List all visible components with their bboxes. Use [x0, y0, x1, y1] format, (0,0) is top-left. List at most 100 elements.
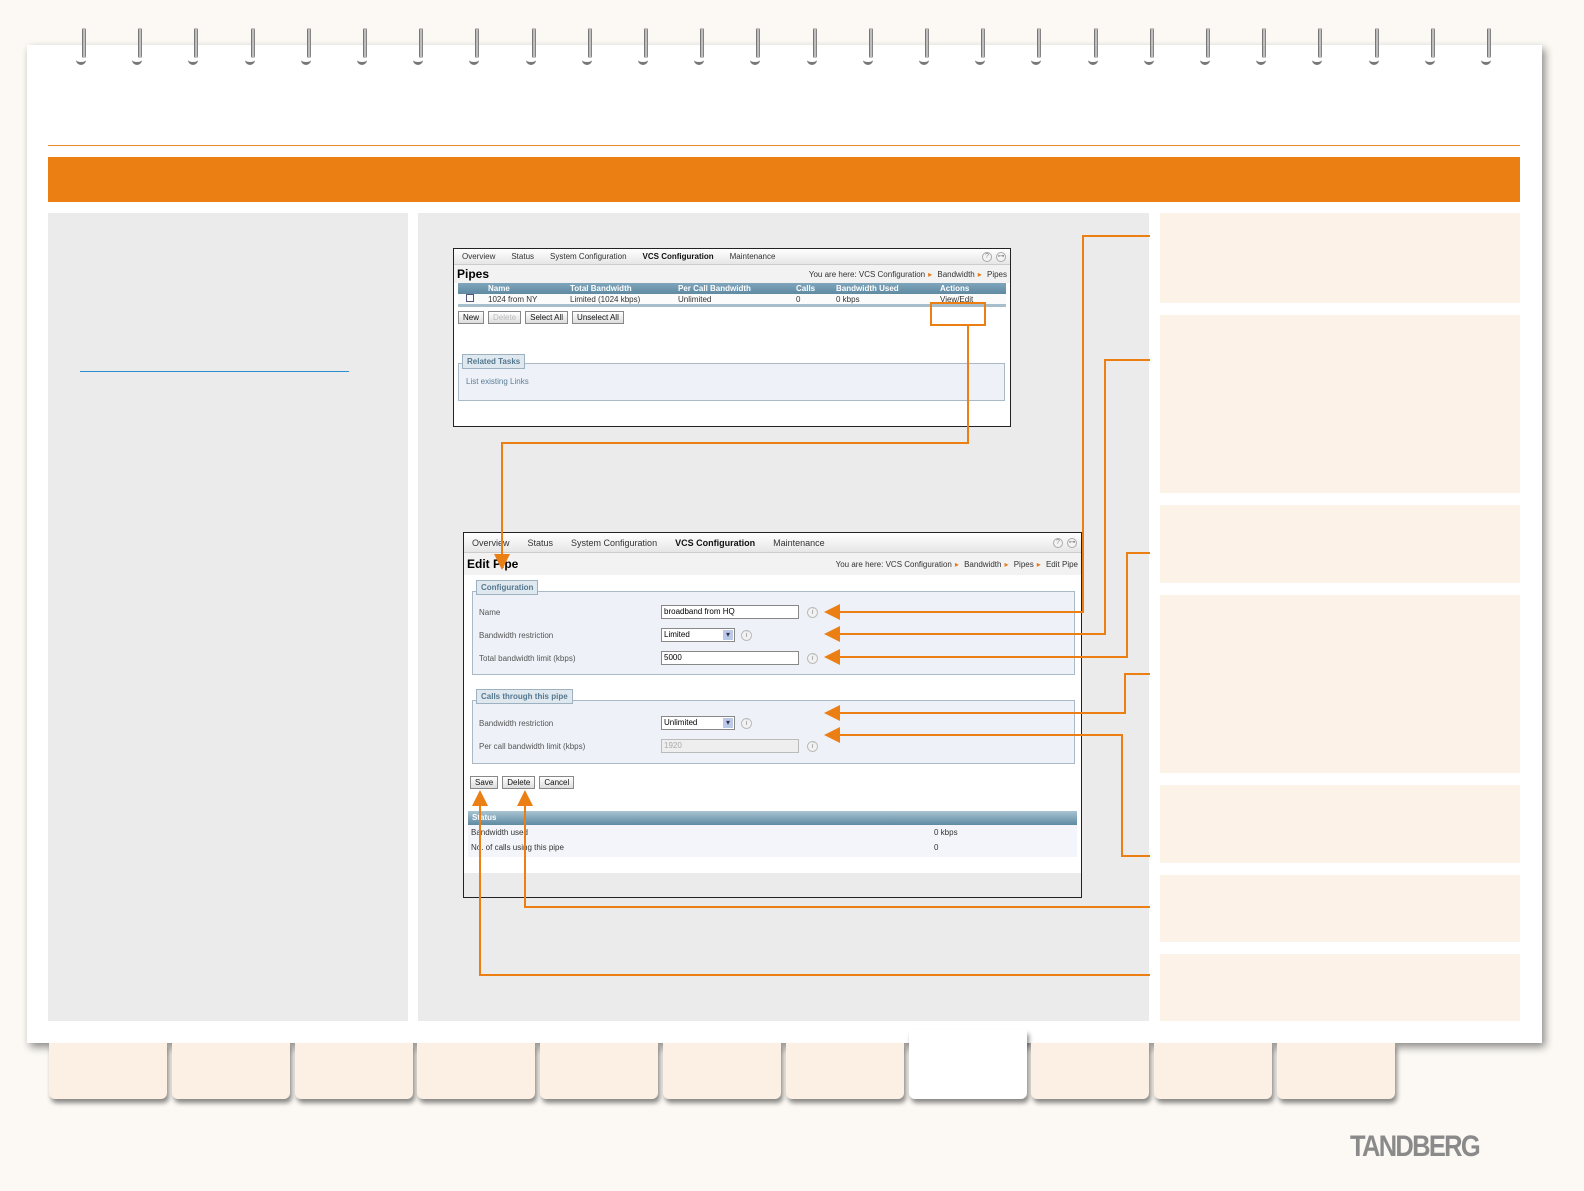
nav-vcs-configuration[interactable]: VCS Configuration — [643, 252, 714, 261]
row-checkbox[interactable] — [466, 294, 474, 302]
binding-ring — [1200, 28, 1212, 65]
nav-status[interactable]: Status — [528, 538, 554, 548]
binding-ring — [132, 28, 144, 65]
tandberg-logo: TANDBERG — [1350, 1130, 1481, 1163]
info-icon[interactable]: i — [741, 717, 752, 729]
edit-pipe-window: Overview Status System Configuration VCS… — [463, 532, 1082, 898]
section-tab[interactable] — [49, 1043, 167, 1099]
related-tasks-legend: Related Tasks — [462, 354, 526, 369]
binding-ring — [694, 28, 706, 65]
status-table: Bandwidth used 0 kbps No. of calls using… — [468, 825, 1077, 857]
save-button[interactable]: Save — [470, 776, 499, 789]
delete-button[interactable]: Delete — [488, 311, 522, 324]
top-nav: Overview Status System Configuration VCS… — [454, 249, 1010, 265]
binding-ring — [357, 28, 369, 65]
binding-ring — [413, 28, 425, 65]
nav-system-configuration[interactable]: System Configuration — [550, 252, 626, 261]
bandwidth-restriction-select[interactable]: Limited — [661, 628, 735, 642]
list-links-link[interactable]: List existing Links — [466, 377, 529, 386]
binding-ring — [919, 28, 931, 65]
left-panel — [48, 213, 408, 1021]
col-bandwidth-used[interactable]: Bandwidth Used — [836, 284, 940, 293]
logout-icon[interactable]: ⊶ — [1067, 537, 1077, 548]
breadcrumb-item: Pipes — [986, 269, 1007, 279]
cell-calls: 0 — [796, 294, 801, 304]
breadcrumb: You are here: VCS Configuration ▸ Bandwid… — [808, 269, 1007, 279]
total-bandwidth-input[interactable]: 5000 — [661, 651, 799, 665]
col-name[interactable]: Name — [488, 284, 570, 293]
breadcrumb-item[interactable]: Bandwidth — [964, 560, 1001, 569]
section-tab[interactable] — [171, 1043, 290, 1099]
status-value: 0 — [934, 843, 939, 852]
section-tab[interactable] — [540, 1043, 659, 1099]
cancel-button[interactable]: Cancel — [539, 776, 575, 789]
cell-total: Limited (1024 kbps) — [570, 294, 641, 304]
binding-ring — [862, 28, 875, 65]
help-icon[interactable]: ? — [1053, 537, 1063, 548]
divider — [48, 145, 1520, 146]
status-label: No. of calls using this pipe — [471, 843, 564, 852]
call-restriction-label: Bandwidth restriction — [479, 718, 554, 728]
section-tab[interactable] — [1031, 1043, 1150, 1099]
col-actions: Actions — [940, 284, 970, 293]
section-tab[interactable] — [663, 1043, 781, 1099]
delete-button[interactable]: Delete — [502, 776, 536, 789]
nav-overview[interactable]: Overview — [472, 538, 510, 548]
configuration-section: Name broadband from HQ i Bandwidth restric… — [472, 591, 1075, 675]
section-tab[interactable] — [1277, 1043, 1395, 1099]
info-icon[interactable]: i — [741, 629, 752, 641]
logout-icon[interactable]: ⊶ — [996, 251, 1006, 262]
section-tab[interactable] — [294, 1043, 413, 1099]
callout-box — [1160, 954, 1520, 1021]
info-icon[interactable]: i — [807, 652, 818, 664]
calls-section: Bandwidth restriction Unlimited i Per call… — [472, 700, 1075, 764]
col-total-bandwidth[interactable]: Total Bandwidth — [570, 284, 678, 293]
new-button[interactable]: New — [458, 311, 485, 324]
callout-box — [1160, 505, 1520, 583]
name-input[interactable]: broadband from HQ — [661, 605, 799, 619]
table-row: 1024 from NY Limited (1024 kbps) Unlimit… — [458, 294, 1006, 307]
page-title: Edit Pipe — [467, 557, 519, 571]
breadcrumb-prefix: You are here: — [808, 269, 857, 279]
breadcrumb-item[interactable]: VCS Configuration — [859, 270, 925, 279]
highlight-box — [930, 302, 986, 326]
binding-ring — [581, 28, 594, 65]
nav-vcs-configuration[interactable]: VCS Configuration — [675, 538, 755, 548]
related-tasks-panel: List existing Links — [458, 363, 1005, 401]
callout-box — [1160, 875, 1520, 942]
binding-ring — [1087, 28, 1100, 65]
nav-overview[interactable]: Overview — [462, 252, 495, 261]
breadcrumb-item[interactable]: Pipes — [1014, 560, 1034, 569]
info-icon[interactable]: i — [807, 606, 818, 618]
nav-status[interactable]: Status — [511, 252, 534, 261]
nav-maintenance[interactable]: Maintenance — [730, 252, 776, 261]
select-all-button[interactable]: Select All — [525, 311, 569, 324]
col-per-call-bandwidth[interactable]: Per Call Bandwidth — [678, 284, 796, 293]
callout-box — [1160, 595, 1520, 773]
binding-ring — [638, 28, 650, 65]
section-tab[interactable] — [785, 1043, 904, 1099]
col-calls[interactable]: Calls — [796, 284, 836, 293]
breadcrumb-item[interactable]: VCS Configuration — [886, 560, 952, 569]
breadcrumb: You are here: VCS Configuration ▸ Bandwid… — [835, 559, 1078, 569]
breadcrumb-item[interactable]: Bandwidth — [937, 270, 974, 279]
total-bandwidth-label: Total bandwidth limit (kbps) — [479, 653, 576, 663]
binding-ring — [469, 28, 481, 65]
section-tab[interactable] — [417, 1043, 536, 1099]
left-panel-link-underline[interactable] — [80, 371, 349, 372]
nav-system-configuration[interactable]: System Configuration — [571, 538, 657, 548]
section-tab[interactable] — [908, 1030, 1027, 1099]
info-icon[interactable]: i — [807, 740, 818, 752]
cell-used: 0 kbps — [836, 294, 860, 304]
nav-maintenance[interactable]: Maintenance — [773, 538, 825, 548]
help-icon[interactable]: ? — [982, 251, 992, 262]
callout-box — [1160, 213, 1520, 303]
binding-ring — [525, 28, 538, 65]
unselect-all-button[interactable]: Unselect All — [572, 311, 624, 324]
per-call-limit-input[interactable]: 1920 — [661, 739, 799, 753]
call-restriction-select[interactable]: Unlimited — [661, 716, 735, 730]
binding-ring — [1256, 28, 1268, 65]
binding-ring — [1424, 28, 1437, 65]
section-tab[interactable] — [1154, 1043, 1273, 1099]
binding-ring — [1312, 28, 1324, 65]
